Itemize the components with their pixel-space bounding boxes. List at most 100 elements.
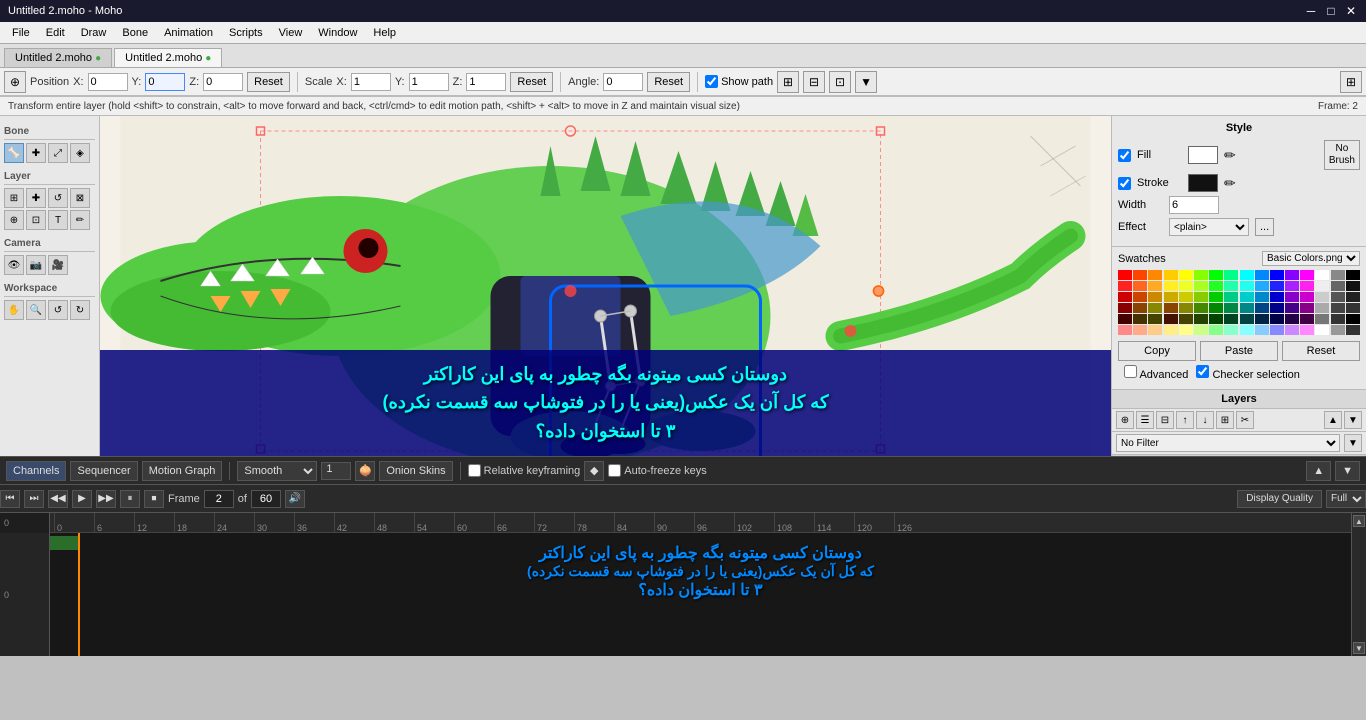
layers-btn-1[interactable]: ⊕	[1116, 411, 1134, 429]
color-cell-76[interactable]	[1300, 314, 1314, 324]
onion-skins-btn[interactable]: Onion Skins	[379, 461, 452, 481]
layer-tool-6[interactable]: ⊡	[26, 210, 46, 230]
color-cell-71[interactable]	[1224, 314, 1238, 324]
color-cell-68[interactable]	[1179, 314, 1193, 324]
relative-keyframing-check[interactable]	[468, 464, 481, 477]
workspace-tool-4[interactable]: ↻	[70, 300, 90, 320]
color-cell-49[interactable]	[1133, 303, 1147, 313]
color-cell-28[interactable]	[1300, 281, 1314, 291]
color-cell-67[interactable]	[1164, 314, 1178, 324]
color-cell-66[interactable]	[1148, 314, 1162, 324]
workspace-tool-3[interactable]: ↺	[48, 300, 68, 320]
color-cell-84[interactable]	[1179, 325, 1193, 335]
tl-scroll-up[interactable]: ▲	[1353, 515, 1365, 527]
width-input[interactable]	[1169, 196, 1219, 214]
color-cell-30[interactable]	[1331, 281, 1345, 291]
path-icon-1[interactable]: ⊞	[777, 71, 799, 93]
sequencer-tab[interactable]: Sequencer	[70, 461, 137, 481]
auto-freeze-check[interactable]	[608, 464, 621, 477]
color-cell-9[interactable]	[1255, 270, 1269, 280]
sy-input[interactable]	[409, 73, 449, 91]
minimize-button[interactable]: ─	[1304, 4, 1318, 18]
layers-btn-6[interactable]: ⊞	[1216, 411, 1234, 429]
y-input[interactable]	[145, 73, 185, 91]
layer-tool-5[interactable]: ⊕	[4, 210, 24, 230]
color-cell-78[interactable]	[1331, 314, 1345, 324]
menu-draw[interactable]: Draw	[73, 25, 115, 41]
color-cell-81[interactable]	[1133, 325, 1147, 335]
step-forward-btn[interactable]: ▶▶	[96, 490, 116, 508]
play-btn[interactable]: ▶	[72, 490, 92, 508]
copy-button[interactable]: Copy	[1118, 341, 1196, 361]
layer-tool-8[interactable]: ✏	[70, 210, 90, 230]
step-back-btn[interactable]: ◀◀	[48, 490, 68, 508]
color-cell-25[interactable]	[1255, 281, 1269, 291]
color-cell-92[interactable]	[1300, 325, 1314, 335]
color-cell-22[interactable]	[1209, 281, 1223, 291]
color-cell-4[interactable]	[1179, 270, 1193, 280]
effect-ellipsis[interactable]: ...	[1255, 218, 1274, 236]
color-cell-53[interactable]	[1194, 303, 1208, 313]
paste-button[interactable]: Paste	[1200, 341, 1278, 361]
color-cell-3[interactable]	[1164, 270, 1178, 280]
reset3-button[interactable]: Reset	[647, 72, 690, 92]
camera-tool-3[interactable]: 🎥	[48, 255, 68, 275]
color-cell-35[interactable]	[1164, 292, 1178, 302]
color-cell-59[interactable]	[1285, 303, 1299, 313]
color-cell-58[interactable]	[1270, 303, 1284, 313]
color-cell-74[interactable]	[1270, 314, 1284, 324]
layers-btn-7[interactable]: ✂	[1236, 411, 1254, 429]
color-cell-29[interactable]	[1315, 281, 1329, 291]
color-cell-16[interactable]	[1118, 281, 1132, 291]
stop-btn[interactable]: ⏹	[144, 490, 164, 508]
filter-dropdown-btn[interactable]: ▼	[1344, 434, 1362, 452]
path-icon-3[interactable]: ⊡	[829, 71, 851, 93]
bone-tool-1[interactable]: 🦴	[4, 143, 24, 163]
checker-checkbox-label[interactable]: Checker selection	[1196, 365, 1300, 381]
layers-btn-4[interactable]: ↑	[1176, 411, 1194, 429]
color-cell-72[interactable]	[1240, 314, 1254, 324]
sx-input[interactable]	[351, 73, 391, 91]
reset1-button[interactable]: Reset	[247, 72, 290, 92]
color-cell-11[interactable]	[1285, 270, 1299, 280]
color-cell-65[interactable]	[1133, 314, 1147, 324]
menu-edit[interactable]: Edit	[38, 25, 73, 41]
filter-select[interactable]: No Filter	[1116, 434, 1340, 452]
menu-window[interactable]: Window	[310, 25, 365, 41]
color-cell-80[interactable]	[1118, 325, 1132, 335]
color-cell-5[interactable]	[1194, 270, 1208, 280]
maximize-button[interactable]: □	[1324, 4, 1338, 18]
color-cell-32[interactable]	[1118, 292, 1132, 302]
color-cell-70[interactable]	[1209, 314, 1223, 324]
path-icon-2[interactable]: ⊟	[803, 71, 825, 93]
tab-2[interactable]: Untitled 2.moho ●	[114, 48, 222, 67]
color-cell-73[interactable]	[1255, 314, 1269, 324]
bone-tool-2[interactable]: ✚	[26, 143, 46, 163]
color-cell-17[interactable]	[1133, 281, 1147, 291]
stroke-pencil-icon[interactable]: ✏	[1224, 175, 1236, 192]
z-input[interactable]	[203, 73, 243, 91]
color-cell-89[interactable]	[1255, 325, 1269, 335]
color-cell-15[interactable]	[1346, 270, 1360, 280]
color-cell-63[interactable]	[1346, 303, 1360, 313]
color-cell-93[interactable]	[1315, 325, 1329, 335]
stroke-color-swatch[interactable]	[1188, 174, 1218, 192]
color-cell-51[interactable]	[1164, 303, 1178, 313]
menu-bone[interactable]: Bone	[114, 25, 156, 41]
menu-help[interactable]: Help	[365, 25, 404, 41]
layers-btn-2[interactable]: ☰	[1136, 411, 1154, 429]
layers-btn-3[interactable]: ⊟	[1156, 411, 1174, 429]
camera-tool-1[interactable]: 👁	[4, 255, 24, 275]
color-cell-10[interactable]	[1270, 270, 1284, 280]
color-cell-90[interactable]	[1270, 325, 1284, 335]
stroke-check[interactable]	[1118, 177, 1131, 190]
advanced-checkbox-label[interactable]: Advanced	[1124, 365, 1188, 381]
prev-frame-btn[interactable]: ⏭	[24, 490, 44, 508]
relative-keyframing-label[interactable]: Relative keyframing	[468, 464, 581, 477]
smooth-select[interactable]: Smooth	[237, 461, 317, 481]
workspace-tool-2[interactable]: 🔍	[26, 300, 46, 320]
color-cell-77[interactable]	[1315, 314, 1329, 324]
color-cell-79[interactable]	[1346, 314, 1360, 324]
display-quality-btn[interactable]: Display Quality	[1237, 490, 1322, 508]
color-cell-18[interactable]	[1148, 281, 1162, 291]
